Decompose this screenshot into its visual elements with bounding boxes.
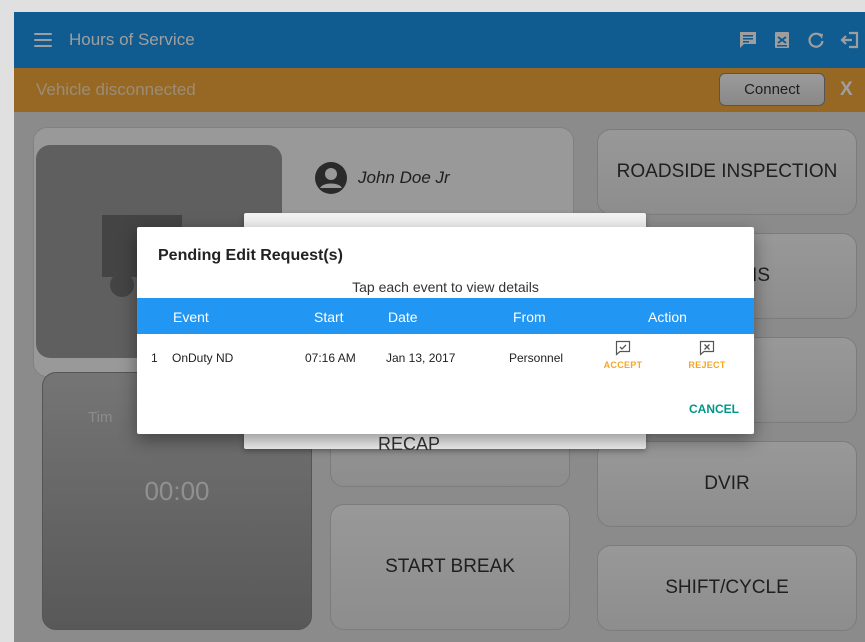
column-header-event: Event <box>173 309 209 325</box>
row-event: OnDuty ND <box>172 351 234 365</box>
column-header-action: Action <box>648 309 687 325</box>
reject-label: REJECT <box>688 360 726 370</box>
accept-label: ACCEPT <box>603 360 643 370</box>
row-from: Personnel <box>509 351 564 365</box>
dialog-title: Pending Edit Request(s) <box>158 247 343 264</box>
cancel-button[interactable]: CANCEL <box>689 402 739 416</box>
dialog-subtitle: Tap each event to view details <box>352 279 539 295</box>
accept-icon <box>615 340 631 356</box>
row-number: 1 <box>151 351 158 365</box>
table-header: Event Start Date From Action <box>137 298 754 334</box>
column-header-start: Start <box>314 309 344 325</box>
reject-icon <box>699 340 715 356</box>
column-header-from: From <box>513 309 546 325</box>
row-start: 07:16 AM <box>305 351 356 365</box>
row-date: Jan 13, 2017 <box>386 351 456 365</box>
accept-button[interactable]: ACCEPT <box>601 340 645 370</box>
recap-label: RECAP <box>377 434 440 454</box>
column-header-date: Date <box>388 309 418 325</box>
pending-edit-dialog: Pending Edit Request(s) Tap each event t… <box>137 227 754 434</box>
app-window: Hours of Service Vehicle disconnected Co… <box>0 0 865 642</box>
table-row[interactable]: 1 OnDuty ND 07:16 AM Jan 13, 2017 Person… <box>137 338 754 376</box>
reject-button[interactable]: REJECT <box>685 340 729 370</box>
